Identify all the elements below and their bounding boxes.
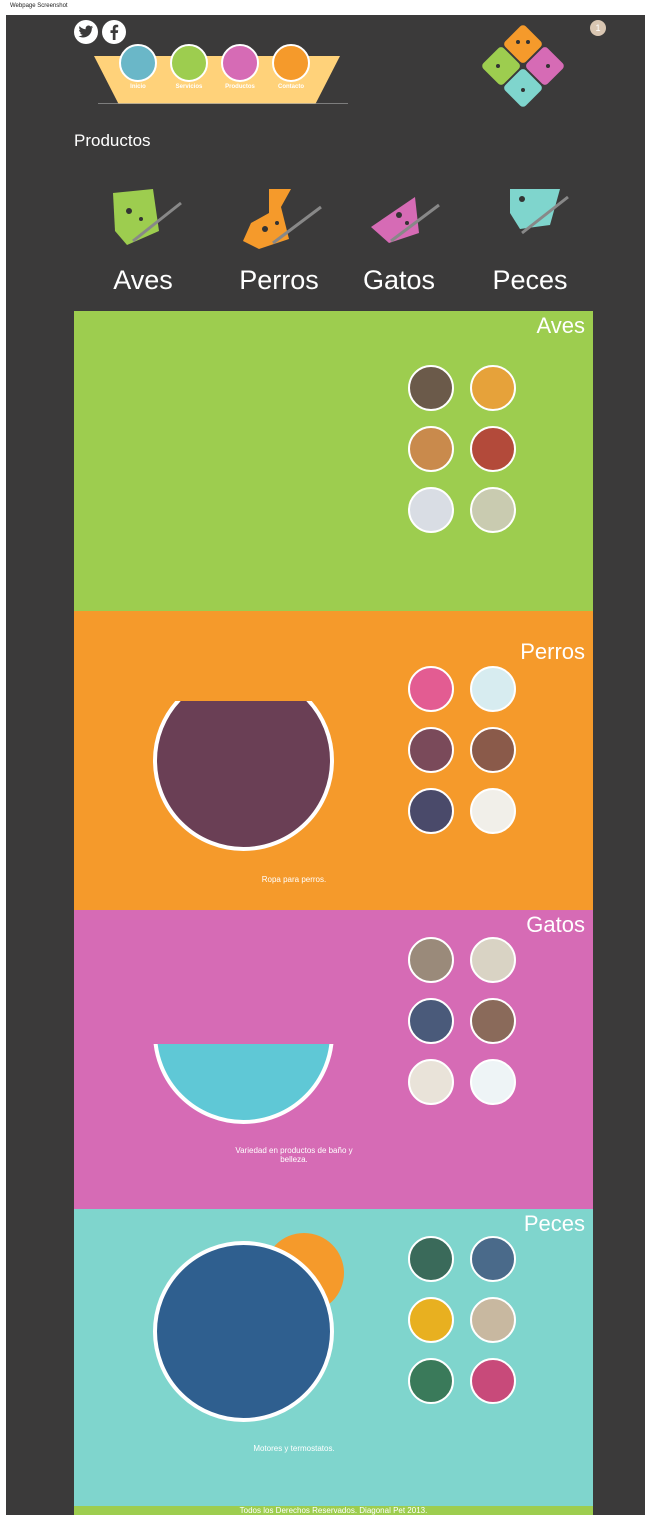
featured-image[interactable] [153,701,334,851]
product-thumbnail[interactable] [408,937,454,983]
contact-icon [272,44,310,82]
product-thumbnail[interactable] [470,788,516,834]
featured-caption: Variedad en productos de baño y belleza. [235,1146,353,1164]
product-thumbnail[interactable] [470,998,516,1044]
product-thumbnail[interactable] [470,1358,516,1404]
product-thumbnail[interactable] [408,1358,454,1404]
services-icon [170,44,208,82]
product-thumbnail[interactable] [470,1297,516,1343]
social-links [74,20,126,44]
featured-caption: Ropa para perros. [261,875,327,884]
product-thumbnail[interactable] [408,788,454,834]
section-title: Peces [523,1211,585,1236]
section-aves: Aves [74,311,593,611]
nav-inicio[interactable]: Inicio [119,44,157,90]
product-thumbnail[interactable] [408,426,454,472]
nav-divider [98,103,348,104]
product-thumbnail[interactable] [408,365,454,411]
featured-photo [153,1241,334,1422]
screenshot-caption: Webpage Screenshot [0,0,645,15]
product-thumbnail[interactable] [470,365,516,411]
page-title: Productos [74,131,151,150]
category-name: Aves [113,265,173,295]
featured-image[interactable] [153,1044,334,1124]
home-icon [119,44,157,82]
products-icon [221,44,259,82]
thumbnail-grid [408,365,520,533]
section-title: Aves [536,313,585,338]
featured-photo [153,1044,334,1124]
product-thumbnail[interactable] [408,1297,454,1343]
thumbnail-grid [408,666,520,834]
nav-label: Contacto [278,84,304,90]
nav-productos[interactable]: Productos [221,44,259,90]
category-name: Perros [239,265,319,295]
product-thumbnail[interactable] [408,727,454,773]
category-peces[interactable]: Peces [465,183,595,296]
fish-icon [510,189,569,235]
category-name: Peces [492,265,568,295]
category-name: Gatos [362,265,436,295]
section-perros: Perros Ropa para perros. [74,611,593,910]
product-thumbnail[interactable] [408,1236,454,1282]
nav-contacto[interactable]: Contacto [272,44,310,90]
product-thumbnail[interactable] [470,727,516,773]
product-thumbnail[interactable] [470,937,516,983]
product-thumbnail[interactable] [408,487,454,533]
category-aves[interactable]: Aves [78,183,208,296]
dog-icon [243,189,322,249]
section-gatos: Gatos Variedad en productos de baño y be… [74,910,593,1209]
product-thumbnail[interactable] [470,1059,516,1105]
nav-servicios[interactable]: Servicios [170,44,208,90]
site-logo[interactable] [478,20,568,112]
featured-caption: Motores y termostatos. [253,1444,335,1453]
twitter-icon[interactable] [74,20,98,44]
facebook-icon[interactable] [102,20,126,44]
nav-label: Servicios [175,84,203,90]
product-thumbnail[interactable] [470,666,516,712]
footer: Todos los Derechos Reservados. Diagonal … [74,1506,593,1515]
featured-image[interactable] [153,1241,334,1423]
nav-label: Inicio [130,84,146,90]
thumbnail-grid [408,937,520,1105]
notification-badge[interactable]: 1 [590,20,606,36]
section-title: Gatos [526,912,585,937]
bird-icon [113,189,182,245]
section-title: Perros [520,639,585,664]
product-thumbnail[interactable] [408,998,454,1044]
featured-photo [153,701,334,851]
product-thumbnail[interactable] [408,1059,454,1105]
product-thumbnail[interactable] [470,487,516,533]
section-peces: Peces Motores y termostatos. [74,1209,593,1506]
cat-icon [371,197,440,243]
nav-label: Productos [225,84,255,90]
category-gatos[interactable]: Gatos [334,183,464,296]
product-thumbnail[interactable] [470,1236,516,1282]
thumbnail-grid [408,1236,520,1404]
product-thumbnail[interactable] [470,426,516,472]
product-thumbnail[interactable] [408,666,454,712]
category-perros[interactable]: Perros [214,183,344,296]
